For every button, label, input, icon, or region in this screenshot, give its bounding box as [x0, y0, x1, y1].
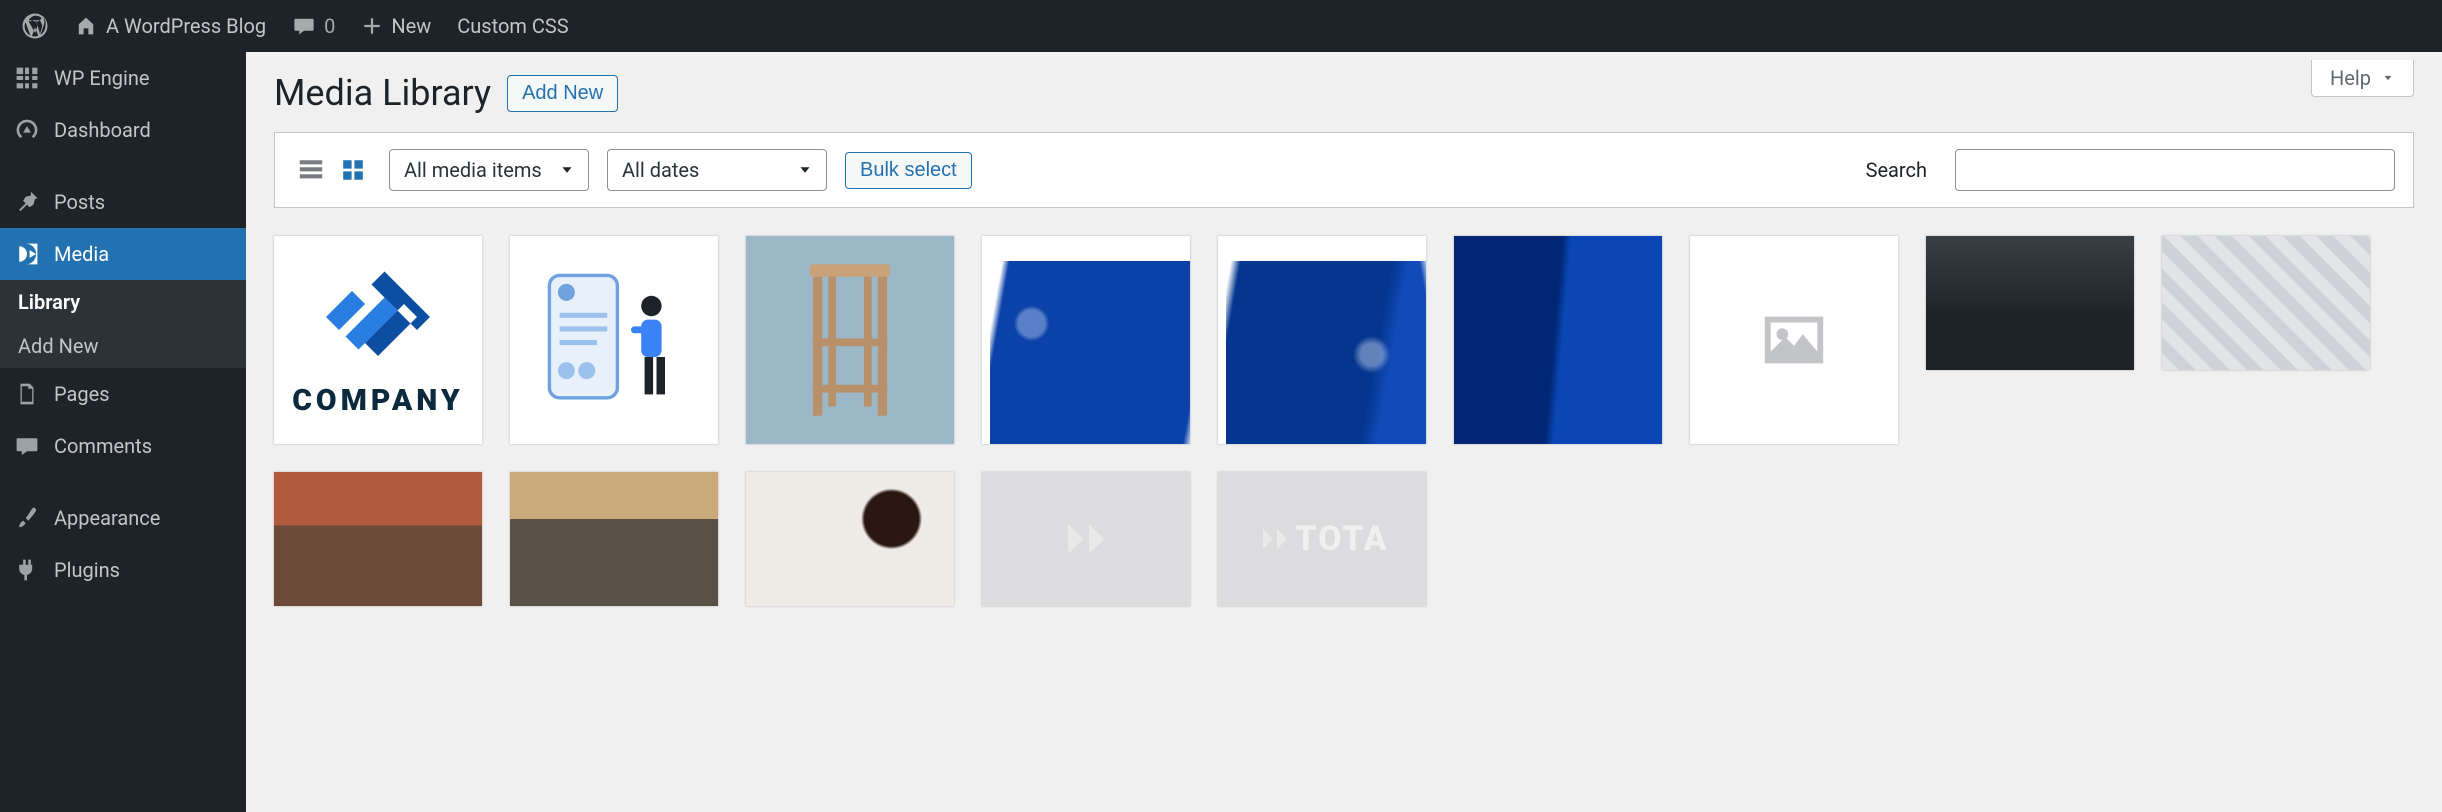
sidebar-item-label: Pages — [54, 382, 110, 406]
plus-icon — [361, 15, 383, 37]
sidebar-item-label: WP Engine — [54, 66, 149, 90]
plug-icon — [14, 557, 40, 583]
view-toggle — [293, 152, 371, 188]
custom-css-label: Custom CSS — [457, 0, 568, 52]
sidebar-item-comments[interactable]: Comments — [0, 420, 246, 472]
company-logo-text: COMPANY — [292, 383, 464, 418]
help-label: Help — [2330, 66, 2371, 90]
wp-logo-menu[interactable] — [12, 0, 58, 52]
search-input[interactable] — [1955, 149, 2395, 191]
sidebar-sub-library[interactable]: Library — [0, 280, 246, 324]
image-placeholder-icon — [1759, 310, 1829, 370]
media-icon — [14, 241, 40, 267]
wpengine-icon — [14, 65, 40, 91]
sidebar-item-posts[interactable]: Posts — [0, 176, 246, 228]
media-item-photo-coworking[interactable] — [510, 472, 718, 606]
filter-type-value: All media items — [404, 158, 542, 182]
brush-icon — [14, 505, 40, 531]
sidebar-item-pages[interactable]: Pages — [0, 368, 246, 420]
list-view-icon — [297, 156, 325, 184]
media-item-gray-total[interactable]: TOTA — [1218, 472, 1426, 606]
stool-icon — [785, 255, 915, 425]
media-item-company-logo[interactable]: COMPANY — [274, 236, 482, 444]
main-content: Help Media Library Add New All media ite… — [246, 52, 2442, 812]
media-item-blue-paint-3[interactable] — [1454, 236, 1662, 444]
sidebar-item-label: Posts — [54, 190, 105, 214]
page-icon — [14, 381, 40, 407]
new-label: New — [391, 0, 431, 52]
new-content-menu[interactable]: New — [351, 0, 441, 52]
gray-placeholder-text: TOTA — [1295, 519, 1388, 559]
comment-icon — [14, 433, 40, 459]
sidebar-item-label: Appearance — [54, 506, 160, 530]
list-view-button[interactable] — [293, 152, 329, 188]
sidebar-item-label: Plugins — [54, 558, 120, 582]
comments-count: 0 — [324, 0, 335, 52]
media-item-stool[interactable] — [746, 236, 954, 444]
grid-view-icon — [339, 156, 367, 184]
illustration-icon — [529, 255, 699, 425]
media-item-placeholder[interactable] — [1690, 236, 1898, 444]
sidebar-item-label: Comments — [54, 434, 152, 458]
sidebar-item-appearance[interactable]: Appearance — [0, 492, 246, 544]
dashboard-icon — [14, 117, 40, 143]
media-item-photo-coffee[interactable] — [746, 472, 954, 606]
media-grid: COMPANY — [274, 236, 2414, 606]
page-title: Media Library — [274, 72, 491, 114]
chevron-down-icon — [558, 161, 576, 179]
add-new-button[interactable]: Add New — [507, 75, 618, 112]
comment-icon — [292, 14, 316, 38]
help-tab[interactable]: Help — [2311, 60, 2414, 97]
media-item-photo-blueprints[interactable] — [2162, 236, 2370, 370]
sidebar-item-wpengine[interactable]: WP Engine — [0, 52, 246, 104]
grid-view-button[interactable] — [335, 152, 371, 188]
home-icon — [74, 14, 98, 38]
chevrons-icon — [1255, 519, 1295, 559]
media-item-photo-reclining[interactable] — [1926, 236, 2134, 370]
pin-icon — [14, 189, 40, 215]
filter-date-select[interactable]: All dates — [607, 149, 827, 191]
media-item-blue-paint-2[interactable] — [1218, 236, 1426, 444]
page-header: Media Library Add New — [274, 72, 2414, 114]
sidebar-item-label: Dashboard — [54, 118, 151, 142]
chevron-down-icon — [796, 161, 814, 179]
site-name-label: A WordPress Blog — [106, 0, 266, 52]
media-item-photo-team[interactable] — [274, 472, 482, 606]
admin-bar: A WordPress Blog 0 New Custom CSS — [0, 0, 2442, 52]
wordpress-icon — [22, 13, 48, 39]
search-label: Search — [1866, 158, 1927, 182]
sidebar-item-media[interactable]: Media — [0, 228, 246, 280]
admin-sidebar: WP Engine Dashboard Posts Media Library … — [0, 52, 246, 812]
media-item-blue-paint-1[interactable] — [982, 236, 1190, 444]
sidebar-sub-addnew[interactable]: Add New — [0, 324, 246, 368]
company-logo-mark — [313, 262, 443, 377]
media-item-gray-1[interactable] — [982, 472, 1190, 606]
caret-down-icon — [2381, 71, 2395, 85]
site-name-menu[interactable]: A WordPress Blog — [64, 0, 276, 52]
custom-css-menu[interactable]: Custom CSS — [447, 0, 578, 52]
media-item-illustration[interactable] — [510, 236, 718, 444]
sidebar-item-label: Media — [54, 242, 109, 266]
chevrons-icon — [1056, 509, 1116, 569]
bulk-select-button[interactable]: Bulk select — [845, 152, 972, 189]
sidebar-item-dashboard[interactable]: Dashboard — [0, 104, 246, 156]
media-toolbar: All media items All dates Bulk select Se… — [274, 132, 2414, 208]
sidebar-item-plugins[interactable]: Plugins — [0, 544, 246, 596]
filter-type-select[interactable]: All media items — [389, 149, 589, 191]
comments-menu[interactable]: 0 — [282, 0, 345, 52]
filter-date-value: All dates — [622, 158, 699, 182]
